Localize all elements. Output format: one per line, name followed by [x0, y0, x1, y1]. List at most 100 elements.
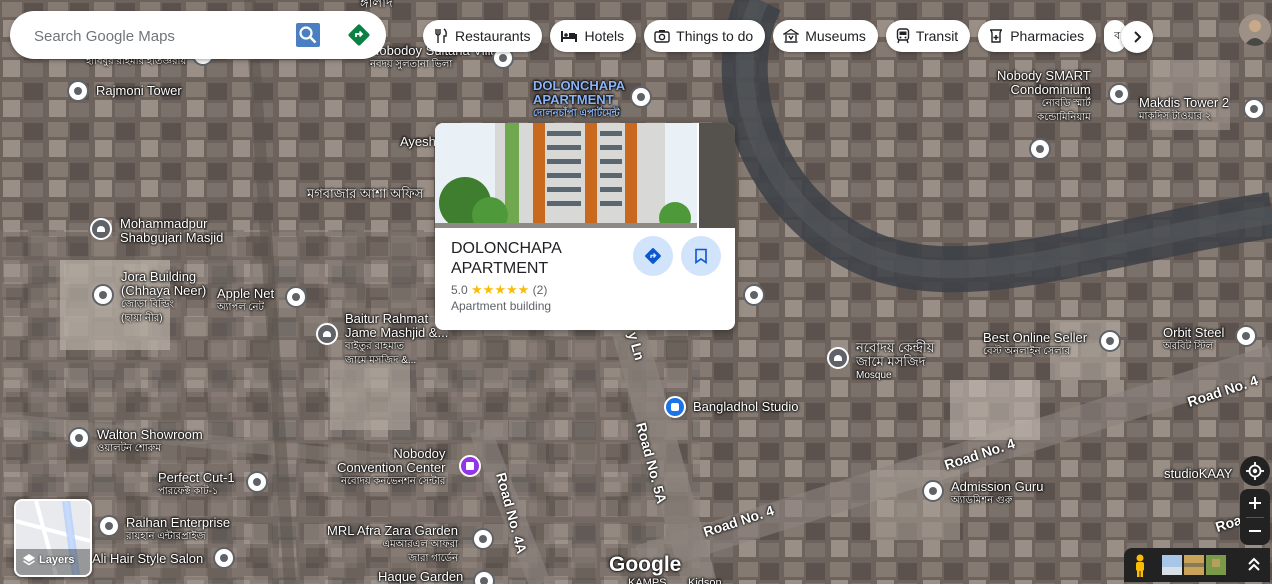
place-label-rajmoni[interactable]: Rajmoni Tower: [96, 84, 182, 98]
place-label-kidson[interactable]: Kidson: [688, 576, 722, 584]
place-label-studio-kaay[interactable]: studioKAAY: [1164, 467, 1232, 481]
place-label-bangladhol[interactable]: Bangladhol Studio: [693, 400, 799, 414]
category-chips: Restaurants Hotels Things to do Museums …: [423, 20, 1127, 52]
pegman-icon: [1136, 554, 1144, 577]
minus-icon: [1249, 530, 1261, 532]
place-label-perfect-cut[interactable]: Perfect Cut-1 পারফেক্ট কাট-১: [158, 471, 235, 499]
chip-pharmacies[interactable]: Pharmacies: [978, 20, 1097, 52]
my-location-button[interactable]: [1240, 456, 1270, 486]
place-label-walton[interactable]: Walton Showroom ওয়ালটন শোরুম: [97, 428, 203, 456]
place-label-admission-guru[interactable]: Admission Guru অ্যাডমিশন গুরু: [951, 480, 1043, 508]
baitur-rahmat-mosque-icon[interactable]: [316, 323, 338, 345]
review-count[interactable]: (2): [533, 283, 548, 297]
imagery-thumbnails[interactable]: [1162, 555, 1226, 575]
makdis-bn: মাকদিস টাওয়ার ২: [1139, 111, 1212, 122]
map-pin-icon[interactable]: [743, 284, 765, 306]
search-input[interactable]: [32, 23, 296, 49]
place-label-dolonchapa-map[interactable]: DOLONCHAPA APARTMENT দোলনচাঁপা এপার্টমেন্ট: [533, 79, 625, 121]
jora-building-pin-icon[interactable]: [92, 284, 114, 306]
chevron-up-icon: [1248, 557, 1260, 571]
nobody-smart-pin-icon[interactable]: [1108, 83, 1130, 105]
rajmoni-pin-icon[interactable]: [67, 80, 89, 102]
bottom-controls-bar: [1124, 548, 1270, 582]
mohammadpur-mosque-icon[interactable]: [90, 218, 112, 240]
chip-transit[interactable]: Transit: [885, 20, 971, 52]
mrl-afra-name: MRL Afra Zara Garden: [327, 523, 459, 538]
nobodoy-cc-name2: Convention Center: [337, 460, 446, 475]
nobodoy-mosque-icon[interactable]: [827, 347, 849, 369]
pegman-button[interactable]: [1126, 550, 1154, 580]
place-photo[interactable]: [435, 123, 697, 228]
plus-icon: [1249, 497, 1261, 509]
school-pin-icon[interactable]: [1029, 138, 1051, 160]
place-label-ayesha[interactable]: Ayesh: [400, 135, 436, 149]
place-label-kamps[interactable]: KAMPS: [628, 576, 667, 584]
walton-bn: ওয়ালটন শোরুম: [97, 443, 161, 454]
place-label-apple-net[interactable]: Apple Net অ্যাপল নেট: [217, 287, 274, 315]
convention-center-pin-icon[interactable]: [459, 455, 481, 477]
place-label-mohammadpur[interactable]: Mohammadpur Shabgujari Masjid: [120, 217, 223, 245]
walton-pin-icon[interactable]: [68, 427, 90, 449]
baitur-bn: বাইতুর রাহমাত: [345, 341, 405, 352]
hotel-icon: [561, 31, 578, 42]
place-label-moghbazar-bn[interactable]: মগবাজার আশা অফিস: [307, 187, 423, 201]
dolonchapa-pin-icon[interactable]: [630, 86, 652, 108]
place-label-orbit[interactable]: Orbit Steel অরবিট স্টিল: [1163, 326, 1224, 354]
orbit-pin-icon[interactable]: [1235, 325, 1257, 347]
card-save-button[interactable]: [681, 236, 721, 276]
place-photo-secondary[interactable]: [699, 123, 735, 228]
chip-label: Museums: [805, 28, 866, 44]
place-label-nobodoy-cc[interactable]: Nobodoy Convention Center নবোদয় কনভেনশন স…: [337, 447, 445, 489]
place-card[interactable]: DOLONCHAPA APARTMENT 5.0 ★★★★★ (2) Apart…: [435, 123, 735, 330]
admission-guru-bn: অ্যাডমিশন গুরু: [951, 495, 1013, 506]
place-label-mrl-afra[interactable]: MRL Afra Zara Garden এমআরএল আফরা জারা গার্…: [327, 524, 458, 566]
card-directions-button[interactable]: [633, 236, 673, 276]
place-label-makdis[interactable]: Makdis Tower 2 মাকদিস টাওয়ার ২: [1139, 96, 1229, 124]
sultana-villa-name-bn: নবদয় সুলতানা ভিলা: [370, 59, 453, 70]
layers-button[interactable]: Layers: [14, 499, 92, 577]
directions-button[interactable]: [347, 23, 371, 47]
perfect-cut-bn: পারফেক্ট কাট-১: [158, 486, 219, 497]
zoom-controls: [1240, 489, 1270, 545]
rating-value: 5.0: [451, 283, 468, 297]
baitur-bn2: জামে মসজিদ &...: [345, 355, 417, 366]
best-online-pin-icon[interactable]: [1099, 330, 1121, 352]
expand-button[interactable]: [1242, 553, 1266, 577]
orbit-bn: অরবিট স্টিল: [1163, 341, 1214, 352]
ali-hair-pin-icon[interactable]: [213, 547, 235, 569]
place-label-mosque[interactable]: নবোদয় কেন্দ্রীয় জামে মসজিদ Mosque: [856, 341, 934, 383]
mosque-bn2: জামে মসজিদ: [856, 354, 926, 369]
admission-guru-pin-icon[interactable]: [922, 480, 944, 502]
search-button[interactable]: [296, 23, 320, 47]
avatar-photo-icon: [1239, 14, 1271, 46]
jora-name: Jora Building: [121, 269, 197, 284]
place-label-best-online[interactable]: Best Online Seller বেস্ট অনলাইন সেলার: [983, 331, 1087, 359]
chip-museums[interactable]: Museums: [773, 20, 878, 52]
place-label-nobody-smart[interactable]: Nobody SMART Condominium নোবডি স্মার্ট কন্ড…: [997, 69, 1091, 125]
place-label-raihan[interactable]: Raihan Enterprise রায়হান এন্টারপ্রাইজ: [126, 516, 230, 544]
chip-hotels[interactable]: Hotels: [550, 20, 637, 52]
place-label-jora-building[interactable]: Jora Building (Chhaya Neer) জোড়া বিল্ডিং (…: [121, 270, 206, 326]
search-icon: [299, 26, 317, 44]
transit-icon: [896, 28, 910, 44]
apple-net-pin-icon[interactable]: [285, 286, 307, 308]
makdis-pin-icon[interactable]: [1243, 98, 1265, 120]
bangladhol-studio-pin-icon[interactable]: [664, 396, 686, 418]
chips-next-button[interactable]: [1121, 21, 1153, 53]
zoom-in-button[interactable]: [1240, 489, 1270, 517]
zoom-out-button[interactable]: [1240, 517, 1270, 545]
layers-icon: [23, 554, 35, 566]
baitur-name: Baitur Rahmat: [345, 311, 429, 326]
bookmark-icon: [695, 248, 707, 264]
place-label-haque-garden[interactable]: Haque Garden: [378, 570, 463, 584]
layers-label-row: Layers: [22, 553, 74, 567]
chip-things-to-do[interactable]: Things to do: [644, 20, 766, 52]
place-title[interactable]: DOLONCHAPA APARTMENT: [451, 239, 621, 279]
raihan-pin-icon[interactable]: [98, 515, 120, 537]
account-avatar[interactable]: [1239, 14, 1271, 46]
mrl-afra-pin-icon[interactable]: [472, 528, 494, 550]
place-label-baitur-rahmat[interactable]: Baitur Rahmat Jame Mashjid &... বাইতুর রাহ…: [345, 312, 448, 368]
place-label-ali-hair[interactable]: Ali Hair Style Salon: [92, 552, 203, 566]
perfect-cut-pin-icon[interactable]: [246, 471, 268, 493]
chip-restaurants[interactable]: Restaurants: [423, 20, 543, 52]
